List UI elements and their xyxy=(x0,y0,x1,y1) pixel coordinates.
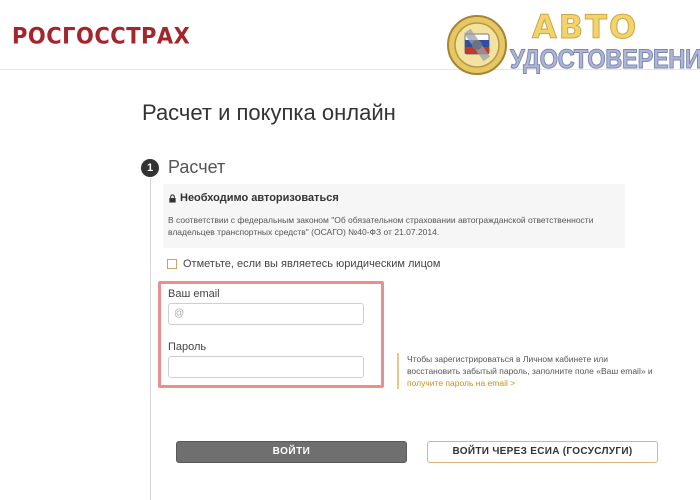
step-title: Расчет xyxy=(168,157,226,177)
get-password-link[interactable]: получите пароль на email > xyxy=(407,378,515,388)
login-button[interactable]: ВОЙТИ xyxy=(176,441,407,463)
legal-entity-checkbox-row[interactable]: Отметьте, если вы являетесь юридическим … xyxy=(167,258,440,270)
auth-heading: Необходимо авторизоваться xyxy=(168,192,339,204)
auth-notice-text: В соответствии с федеральным законом "Об… xyxy=(168,215,594,237)
email-label: Ваш email xyxy=(168,288,220,300)
site-header: РОСГОССТРАХ АВТО УДОСТОВЕРЕНИЕ xyxy=(0,0,700,75)
legal-entity-checkbox-label[interactable]: Отметьте, если вы являетесь юридическим … xyxy=(183,258,440,270)
registration-hint-text: Чтобы зарегистрироваться в Личном кабине… xyxy=(407,354,653,376)
step-timeline-line xyxy=(150,178,151,500)
auth-heading-text: Необходимо авторизоваться xyxy=(180,192,339,204)
password-label: Пароль xyxy=(168,341,207,353)
email-field[interactable]: @ xyxy=(168,303,364,325)
watermark-line2: УДОСТОВЕРЕНИЕ xyxy=(510,44,700,75)
legal-entity-checkbox[interactable] xyxy=(167,259,177,269)
registration-hint: Чтобы зарегистрироваться в Личном кабине… xyxy=(397,353,657,389)
auth-notice-panel: Необходимо авторизоваться В соответствии… xyxy=(163,184,625,248)
emblem-icon xyxy=(447,15,507,75)
step-number-badge: 1 xyxy=(141,159,159,177)
password-field[interactable] xyxy=(168,356,364,378)
brand-logo[interactable]: РОСГОССТРАХ xyxy=(12,23,190,48)
esia-login-button[interactable]: ВОЙТИ ЧЕРЕЗ ЕСИА (ГОСУСЛУГИ) xyxy=(427,441,658,463)
page-title: Расчет и покупка онлайн xyxy=(142,100,396,125)
watermark-line1: АВТО xyxy=(531,8,639,47)
lock-icon xyxy=(169,193,176,203)
